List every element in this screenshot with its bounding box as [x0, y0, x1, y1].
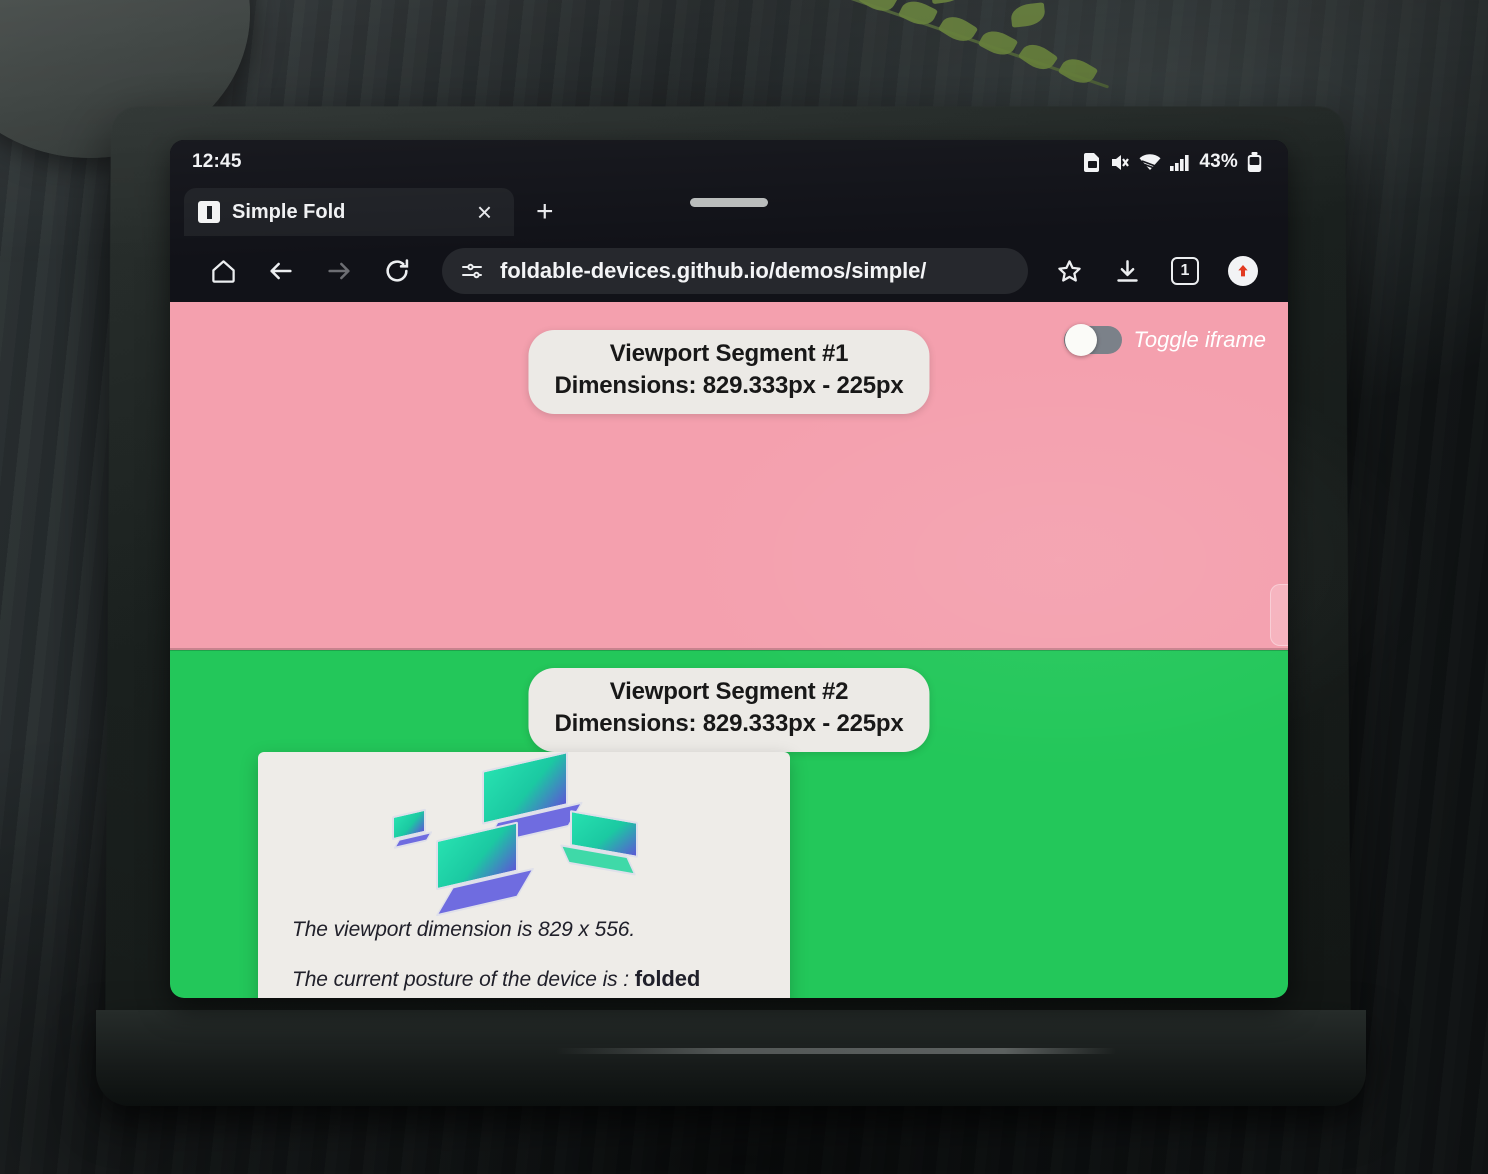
fern-plant [815, 0, 1145, 112]
close-tab-icon[interactable]: × [465, 199, 504, 225]
fern-leaf [1009, 2, 1047, 28]
foldable-device-screen: 12:45 43% Simple Fold × + foldable-devic… [170, 140, 1288, 998]
tab-strip: Simple Fold × + [170, 184, 1288, 240]
tab-title: Simple Fold [232, 200, 346, 223]
tune-icon[interactable] [460, 259, 484, 283]
segment-2-info-card: Viewport Segment #2 Dimensions: 829.333p… [528, 668, 930, 752]
new-tab-icon[interactable]: + [514, 197, 566, 227]
segment-2-title: Viewport Segment #2 [609, 678, 849, 705]
status-bar-icons: 43% [1084, 151, 1262, 173]
segment-2-dimensions: Dimensions: 829.333px - 225px [554, 710, 904, 737]
signal-icon [1170, 154, 1189, 171]
status-bar: 12:45 43% [170, 140, 1288, 184]
status-bar-clock: 12:45 [192, 151, 242, 172]
scroll-edge-handle[interactable] [1270, 584, 1288, 646]
toggle-knob [1064, 324, 1097, 356]
browser-tab[interactable]: Simple Fold × [184, 188, 514, 236]
segment-1-info-card: Viewport Segment #1 Dimensions: 829.333p… [528, 330, 930, 414]
tab-favicon-icon [198, 201, 220, 223]
foldable-laptops-illustration [374, 752, 674, 917]
url-text: foldable-devices.github.io/demos/simple/ [500, 258, 927, 283]
toggle-iframe-switch[interactable] [1063, 324, 1122, 356]
update-arrow-icon [1238, 265, 1248, 277]
wifi-icon [1139, 153, 1161, 170]
forward-arrow-icon[interactable] [312, 248, 366, 294]
viewport-dimension-text: The viewport dimension is 829 x 556. [292, 918, 636, 941]
device-info-panel: The viewport dimension is 829 x 556. The… [258, 752, 790, 998]
viewport-segment-1: Viewport Segment #1 Dimensions: 829.333p… [170, 302, 1288, 650]
tab-counter-button[interactable]: 1 [1158, 248, 1212, 294]
viewport-segment-2: Viewport Segment #2 Dimensions: 829.333p… [170, 650, 1288, 998]
fern-leaf [1017, 38, 1059, 76]
earpiece-speaker [690, 198, 768, 207]
illustration-device-right [559, 810, 638, 876]
reload-icon[interactable] [370, 248, 424, 294]
battery-percentage: 43% [1199, 151, 1238, 172]
profile-avatar [1228, 256, 1258, 286]
device-case-lower-lip [96, 1010, 1366, 1106]
segment-1-dimensions: Dimensions: 829.333px - 225px [554, 372, 904, 399]
mute-icon [1112, 154, 1130, 170]
info-panel-text: The viewport dimension is 829 x 556. The… [258, 902, 790, 992]
url-bar[interactable]: foldable-devices.github.io/demos/simple/ [442, 248, 1028, 294]
sim-card-icon [1084, 152, 1100, 172]
fern-leaf [1057, 52, 1099, 90]
home-icon[interactable] [196, 248, 250, 294]
download-icon[interactable] [1100, 248, 1154, 294]
device-posture-value: folded [634, 966, 701, 991]
illustration-device-bottom [435, 820, 535, 917]
toggle-iframe-control[interactable]: Toggle iframe [1063, 324, 1266, 356]
tab-counter-value: 1 [1171, 257, 1199, 285]
illustration-device-small [392, 808, 434, 850]
back-arrow-icon[interactable] [254, 248, 308, 294]
device-posture-line: The current posture of the device is : f… [292, 966, 764, 992]
photo-scene: 12:45 43% Simple Fold × + foldable-devic… [0, 0, 1488, 1174]
toggle-iframe-label: Toggle iframe [1133, 327, 1266, 352]
profile-update-icon[interactable] [1216, 248, 1270, 294]
battery-icon [1247, 152, 1262, 172]
browser-toolbar: foldable-devices.github.io/demos/simple/… [170, 240, 1288, 302]
device-posture-label: The current posture of the device is : [292, 968, 630, 991]
segment-1-title: Viewport Segment #1 [609, 340, 849, 367]
fern-leaf [929, 0, 967, 5]
page-viewport: Viewport Segment #1 Dimensions: 829.333p… [170, 302, 1288, 998]
star-icon[interactable] [1042, 248, 1096, 294]
